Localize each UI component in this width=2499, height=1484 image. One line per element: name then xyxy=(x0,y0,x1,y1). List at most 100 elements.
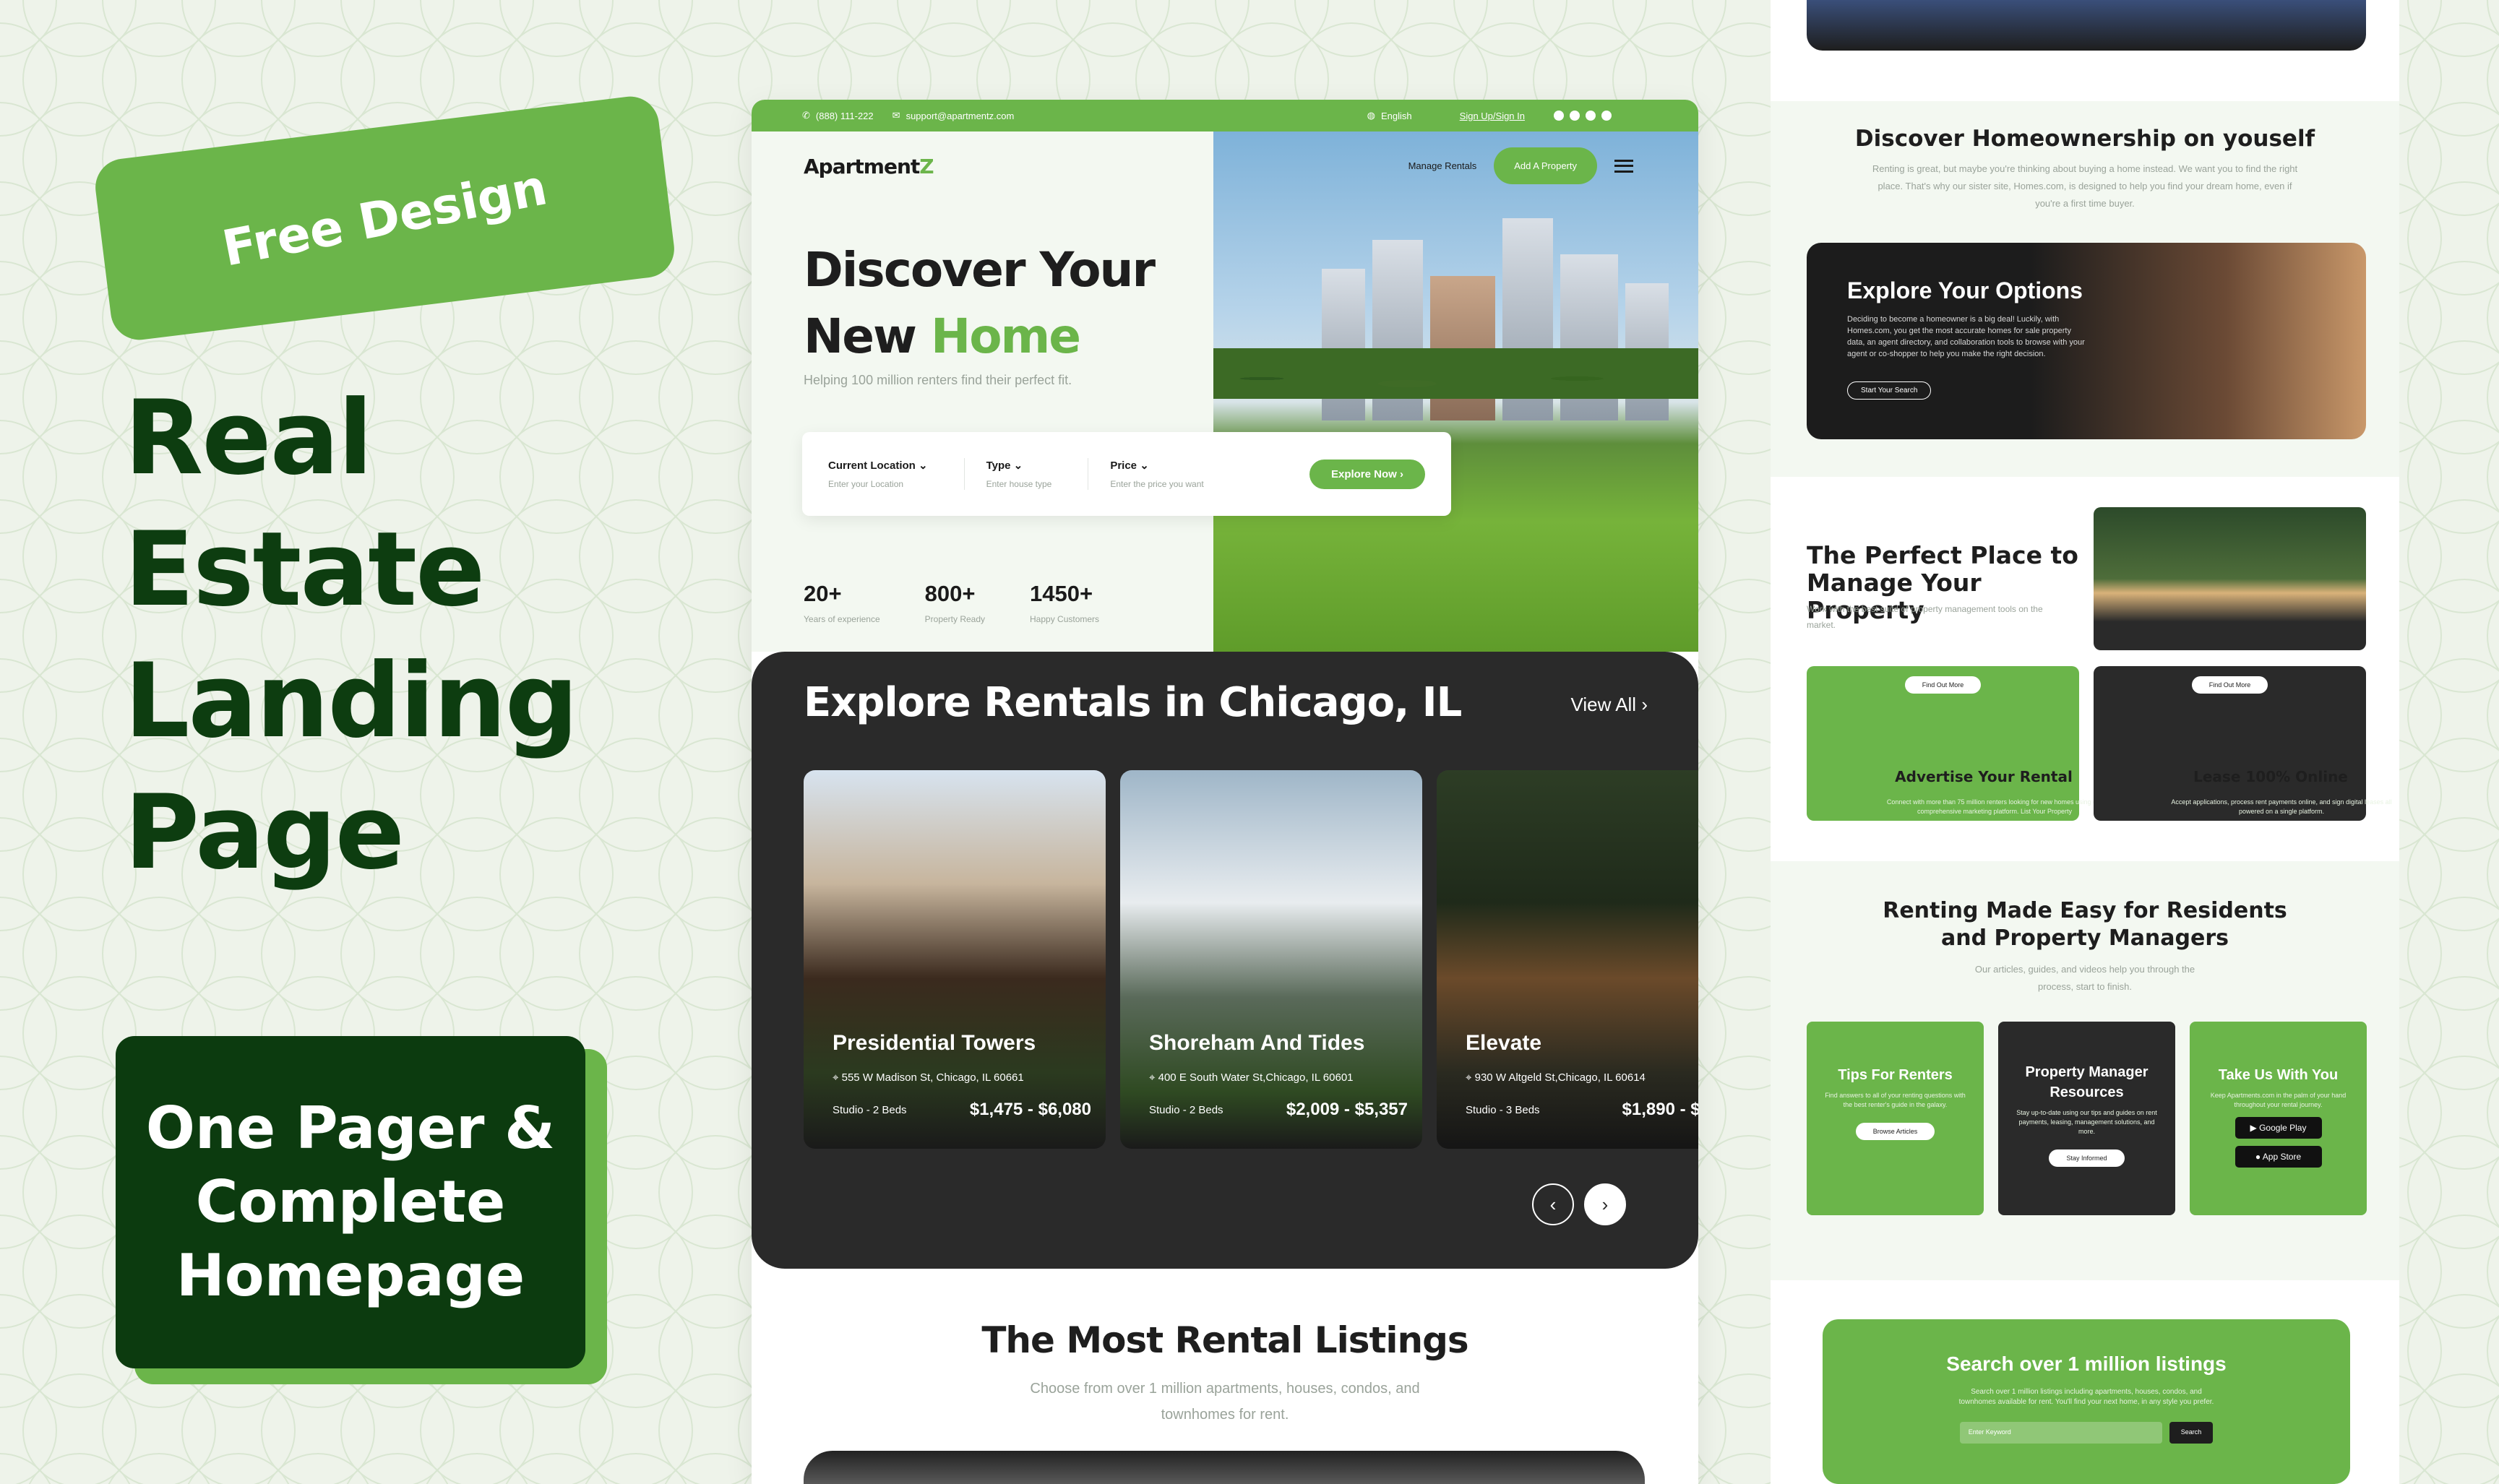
badge-line: Complete xyxy=(195,1168,506,1235)
price-field[interactable]: Price Enter the price you want xyxy=(1110,459,1203,489)
view-all-link[interactable]: View All › xyxy=(1571,694,1648,716)
chevron-right-icon: › xyxy=(1641,694,1648,715)
manage-desc: Work with the best suite of property man… xyxy=(1807,604,2043,630)
rental-card[interactable]: Shoreham And Tides ⌖ 400 E South Water S… xyxy=(1120,770,1422,1149)
chevron-right-icon: › xyxy=(1400,467,1403,480)
promo-title-line: Page xyxy=(124,773,405,892)
manage-rentals-link[interactable]: Manage Rentals xyxy=(1408,160,1477,171)
twitter-icon[interactable] xyxy=(1586,111,1596,121)
hero-city-image xyxy=(1213,131,1698,652)
start-search-button[interactable]: Start Your Search xyxy=(1847,381,1932,400)
facebook-icon[interactable] xyxy=(1570,111,1580,121)
stat-label: Happy Customers xyxy=(1030,614,1100,624)
tips-tile: Tips For Renters Find answers to all of … xyxy=(1807,1022,1984,1215)
badge-line: Homepage xyxy=(176,1242,525,1309)
hero-title-line2: New xyxy=(804,309,931,364)
homepage-mockup: Discover Homeownership on youself Rentin… xyxy=(1771,0,2399,1484)
property-name: Elevate xyxy=(1466,1031,1542,1055)
resources-tile: Property Manager Resources Stay up-to-da… xyxy=(1998,1022,2175,1215)
play-icon: ▶ xyxy=(2250,1123,2260,1133)
instagram-icon[interactable] xyxy=(1554,111,1564,121)
free-design-label: Free Design xyxy=(218,158,552,278)
find-out-more-button[interactable]: Find Out More xyxy=(1904,676,1982,694)
rental-card[interactable]: Elevate ⌖ 930 W Altgeld St,Chicago, IL 6… xyxy=(1437,770,1698,1149)
top-bar-right: ◍ English Sign Up/Sign In xyxy=(1367,110,1612,121)
location-pin-icon: ⌖ xyxy=(1149,1071,1158,1084)
top-image xyxy=(1807,0,2366,51)
homeownership-section: Discover Homeownership on youself Rentin… xyxy=(1771,101,2399,477)
property-price: $1,475 - $6,080 xyxy=(969,1100,1091,1119)
browse-articles-button[interactable]: Browse Articles xyxy=(1855,1123,1935,1140)
tile-desc: Connect with more than 75 million renter… xyxy=(1886,798,2103,815)
search-button[interactable]: Search xyxy=(2169,1422,2214,1444)
renting-easy-title: Renting Made Easy for Residents and Prope… xyxy=(1883,898,2287,951)
resource-tiles: Tips For Renters Find answers to all of … xyxy=(1807,1022,2367,1215)
homeownership-title: Discover Homeownership on youself xyxy=(1854,126,2315,152)
tile-desc: Accept applications, process rent paymen… xyxy=(2171,798,2392,815)
property-price: $2,009 - $5,357 xyxy=(1286,1100,1408,1119)
location-field[interactable]: Current Location Enter your Location xyxy=(828,459,928,489)
advertise-tile: Advertise Your Rental Connect with more … xyxy=(1807,666,2102,821)
apple-icon: ● xyxy=(2255,1152,2263,1162)
search-desc: Search over 1 million listings including… xyxy=(1958,1388,2214,1406)
property-name: Shoreham And Tides xyxy=(1149,1031,1365,1055)
promo-title-line: Real xyxy=(124,379,373,498)
signin-link[interactable]: Sign Up/Sign In xyxy=(1460,111,1525,121)
google-play-button[interactable]: ▶ Google Play xyxy=(2235,1117,2322,1139)
type-field[interactable]: Type Enter house type xyxy=(986,459,1052,489)
promo-title-line: Landing xyxy=(124,642,578,761)
find-out-more-button[interactable]: Find Out More xyxy=(2191,676,2268,694)
stat-item: 20+ Years of experience xyxy=(804,581,880,624)
social-links xyxy=(1554,111,1612,121)
hero-title: Discover Your New Home xyxy=(804,237,1156,370)
promo-title: Real Estate Landing Page xyxy=(124,373,674,899)
phone-contact[interactable]: ✆ (888) 111-222 xyxy=(802,110,874,121)
options-desc: Deciding to become a homeowner is a big … xyxy=(1847,315,2085,358)
modern-house-image xyxy=(2094,507,2366,650)
stat-item: 1450+ Happy Customers xyxy=(1030,581,1099,624)
stat-item: 800+ Property Ready xyxy=(925,581,985,624)
stats-row: 20+ Years of experience 800+ Property Re… xyxy=(804,581,1099,624)
email-contact[interactable]: ✉ support@apartmentz.com xyxy=(892,110,1015,121)
property-address: ⌖ 555 W Madison St, Chicago, IL 60661 xyxy=(833,1071,1024,1084)
one-pager-badge: One Pager & Complete Homepage xyxy=(116,1036,585,1368)
logo[interactable]: ApartmentZ xyxy=(804,155,934,178)
search-box: Current Location Enter your Location Typ… xyxy=(802,432,1451,516)
renting-easy-section: Renting Made Easy for Residents and Prope… xyxy=(1771,861,2399,1280)
language-label: English xyxy=(1381,110,1412,121)
landing-page-mockup: ✆ (888) 111-222 ✉ support@apartmentz.com… xyxy=(752,100,1698,1484)
promo-title-line: Estate xyxy=(124,510,485,629)
search-listings-section: Search over 1 million listings Search ov… xyxy=(1823,1319,2350,1484)
tile-title: Property Manager Resources xyxy=(2025,1064,2149,1100)
pinterest-icon[interactable] xyxy=(1601,111,1612,121)
carousel-controls: ‹ › xyxy=(1532,1183,1626,1225)
location-pin-icon: ⌖ xyxy=(833,1071,842,1084)
stay-informed-button[interactable]: Stay Informed xyxy=(2049,1149,2125,1167)
stat-value: 800+ xyxy=(924,581,976,606)
main-nav: Manage Rentals Add A Property xyxy=(1408,147,1633,184)
chevron-left-icon[interactable]: ‹ xyxy=(1532,1183,1574,1225)
search-form: Enter Keyword Search xyxy=(1823,1422,2350,1444)
app-store-button[interactable]: ● App Store xyxy=(2235,1146,2322,1168)
tile-title: Tips For Renters xyxy=(1838,1067,1953,1083)
add-property-button[interactable]: Add A Property xyxy=(1494,147,1597,184)
location-placeholder: Enter your Location xyxy=(828,479,904,489)
explore-now-button[interactable]: Explore Now › xyxy=(1309,459,1425,489)
options-title: Explore Your Options xyxy=(1847,277,2083,303)
property-name: Presidential Towers xyxy=(833,1031,1036,1055)
type-placeholder: Enter house type xyxy=(986,479,1052,489)
hero-section: ApartmentZ Manage Rentals Add A Property… xyxy=(752,131,1698,652)
mail-icon: ✉ xyxy=(892,110,900,121)
property-price: $1,890 - $13, xyxy=(1622,1100,1698,1119)
language-selector[interactable]: ◍ English xyxy=(1367,110,1412,121)
property-beds: Studio - 2 Beds xyxy=(833,1103,907,1116)
chevron-right-icon[interactable]: › xyxy=(1584,1183,1626,1225)
keyword-input[interactable]: Enter Keyword xyxy=(1959,1422,2162,1444)
price-placeholder: Enter the price you want xyxy=(1110,479,1204,489)
rental-cards: Presidential Towers ⌖ 555 W Madison St, … xyxy=(804,770,1698,1149)
rental-card[interactable]: Presidential Towers ⌖ 555 W Madison St, … xyxy=(804,770,1106,1149)
rentals-title: Explore Rentals in Chicago, IL xyxy=(804,679,1462,726)
stat-label: Property Ready xyxy=(924,614,986,624)
tile-desc: Stay up-to-date using our tips and guide… xyxy=(2016,1109,2157,1135)
menu-icon[interactable] xyxy=(1614,159,1633,173)
